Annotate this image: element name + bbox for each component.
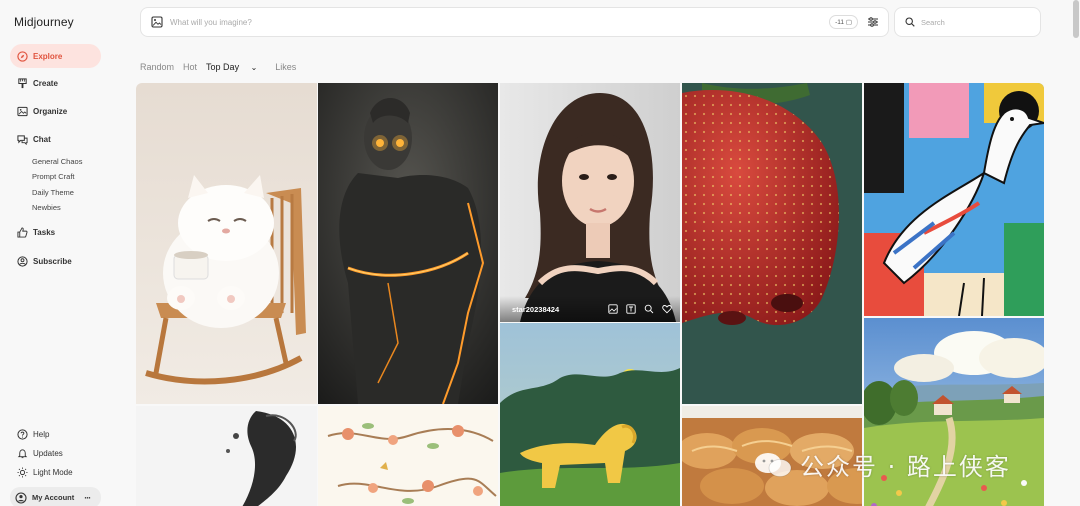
search-similar-icon[interactable] [644,304,655,315]
ratio-value: -11 [835,19,845,26]
image-author[interactable]: star20238424 [512,305,608,314]
gallery-image-portrait-woman[interactable]: star20238424 [500,83,680,322]
blossom-pattern-artwork [318,406,498,506]
thumbs-up-icon [16,226,28,238]
nav-create[interactable]: Create [10,71,101,95]
app-logo[interactable]: Midjourney [14,15,74,29]
prompt-input[interactable]: What will you imagine? [170,18,829,27]
chevron-down-icon: ⌄ [250,63,258,72]
ratio-glyph: ▢ [845,19,852,26]
ink-splash-artwork [136,406,317,506]
nav-create-label: Create [33,78,58,88]
gallery-image-glowing-eyes-warrior[interactable] [318,83,498,404]
tab-likes[interactable]: Likes [275,62,296,72]
nav-tasks[interactable]: Tasks [10,220,101,244]
image-hover-bar: star20238424 [500,296,680,322]
tab-random[interactable]: Random [140,62,174,72]
watermark: 公众号 · 路上侠客 [754,447,1011,482]
filter-tabs: Random Hot Top Day ⌄ Likes [140,62,305,72]
settings-sliders-icon[interactable] [867,16,879,28]
gallery-image-ink-splash[interactable] [136,406,317,506]
nav-subscribe-label: Subscribe [33,256,72,266]
sun-icon [16,466,28,478]
chat-room-daily-theme[interactable]: Daily Theme [32,188,74,197]
crane-pop-art-artwork [864,83,1044,316]
tab-hot[interactable]: Hot [183,62,197,72]
gallery-image-crane-pop-art[interactable] [864,83,1044,316]
account-menu-icon[interactable]: ··· [84,493,91,503]
my-account-button[interactable]: My Account ··· [10,487,101,506]
nav-updates-label: Updates [33,448,63,458]
watermark-text: 公众号 · 路上侠客 [800,453,1011,481]
subscribe-icon [16,255,28,267]
nav-explore-label: Explore [33,51,63,61]
search-icon [905,17,915,27]
sidebar: Midjourney Explore Create Organize Chat … [0,0,118,506]
warrior-artwork [318,83,498,404]
chat-icon [16,133,28,145]
search-box[interactable]: Search [894,7,1041,37]
image-icon [16,105,28,117]
nav-tasks-label: Tasks [33,227,56,237]
user-icon [15,491,27,504]
chat-room-general-chaos[interactable]: General Chaos [32,157,82,166]
image-upload-icon[interactable] [151,16,163,28]
prompt-bar[interactable]: What will you imagine? -11 ▢ [140,7,889,37]
wechat-logo-icon [755,452,792,477]
bell-icon [16,447,28,459]
aspect-ratio-pill[interactable]: -11 ▢ [829,15,858,29]
gallery-image-white-cat-rocking-chair[interactable] [136,83,317,404]
nav-chat[interactable]: Chat [10,127,101,151]
portrait-artwork [500,83,680,322]
nav-organize[interactable]: Organize [10,99,101,123]
nav-organize-label: Organize [33,106,68,116]
account-label: My Account [32,493,75,502]
compass-icon [16,50,28,62]
gallery-image-peach-blossom-pattern[interactable] [318,406,498,506]
nav-explore[interactable]: Explore [10,44,101,68]
yellow-dog-artwork [500,323,680,506]
gallery-image-yellow-dog-crayon[interactable] [500,323,680,506]
heart-icon[interactable] [662,304,673,315]
nav-chat-label: Chat [33,134,51,144]
gallery-image-strawberry-nose[interactable] [682,83,862,404]
search-input[interactable]: Search [921,18,945,27]
help-icon [16,428,28,440]
scrollbar-thumb[interactable] [1073,0,1079,38]
text-prompt-icon[interactable] [626,303,637,315]
strawberry-nose-artwork [682,83,862,404]
brush-icon [16,77,28,89]
nav-subscribe[interactable]: Subscribe [10,249,101,273]
chat-room-newbies[interactable]: Newbies [32,203,61,212]
nav-light-mode[interactable]: Light Mode [10,460,101,484]
tab-top-day-label: Top Day [206,62,240,72]
tab-top-day[interactable]: Top Day ⌄ [206,62,266,72]
nav-help-label: Help [33,429,50,439]
nav-light-mode-label: Light Mode [33,467,73,477]
white-cat-artwork [136,83,317,404]
chat-room-prompt-craft[interactable]: Prompt Craft [32,172,75,181]
image-gallery: star20238424 [136,83,1044,506]
image-icon[interactable] [608,303,619,315]
